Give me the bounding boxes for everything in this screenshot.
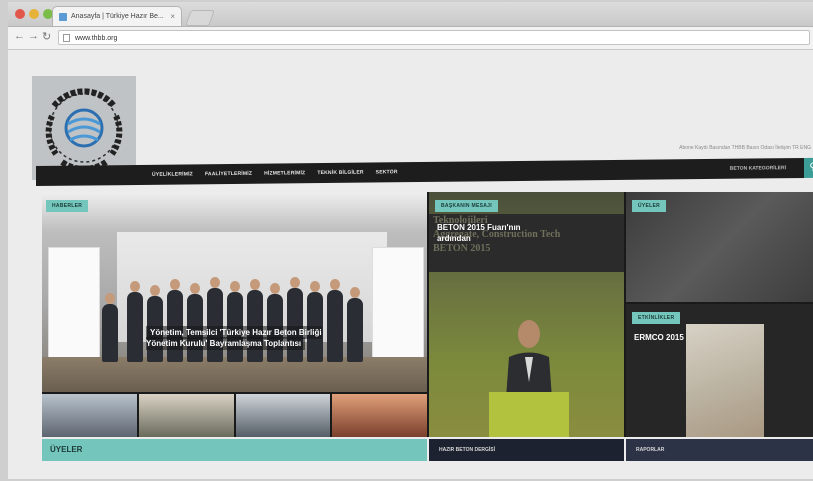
bottom-sections-bar: ÜYELER HAZIR BETON DERGİSİ RAPORLAR bbox=[42, 439, 813, 461]
events-card[interactable]: ETKİNLİKLER ERMCO 2015 bbox=[626, 304, 813, 437]
person-figure bbox=[207, 277, 223, 362]
person-figure bbox=[347, 287, 363, 362]
ceiling-decor bbox=[42, 192, 427, 232]
browser-tab[interactable]: Anasayfa | Türkiye Hazır Be... × bbox=[52, 6, 182, 26]
stage-floor bbox=[42, 357, 427, 392]
tab-close-icon[interactable]: × bbox=[170, 7, 175, 26]
person-figure bbox=[102, 293, 118, 362]
close-window-button[interactable] bbox=[15, 9, 25, 19]
menu-item-hizmetlerimiz[interactable]: HİZMETLERİMİZ bbox=[264, 170, 305, 176]
person-figure bbox=[127, 281, 143, 362]
person-figure bbox=[327, 279, 343, 362]
events-caption[interactable]: ERMCO 2015 bbox=[634, 332, 684, 343]
address-bar[interactable]: www.thbb.org bbox=[58, 30, 810, 45]
tab-strip: Anasayfa | Türkiye Hazır Be... × bbox=[8, 2, 813, 27]
event-image bbox=[686, 324, 764, 437]
news-tag[interactable]: HABERLER bbox=[46, 200, 89, 212]
thumbnail-image[interactable] bbox=[332, 394, 427, 437]
tab-title: Anasayfa | Türkiye Hazır Be... bbox=[71, 13, 164, 20]
thumbnail-image[interactable] bbox=[138, 394, 234, 437]
featured-main-photo[interactable]: HABERLER Yönetim, Temsilci 'Türkiye Hazı… bbox=[42, 192, 427, 392]
menu-item-sektor[interactable]: SEKTÖR bbox=[376, 169, 398, 175]
browser-toolbar: ← → ↻ www.thbb.org bbox=[8, 27, 813, 50]
url-text: www.thbb.org bbox=[75, 35, 118, 42]
members-card[interactable]: ÜYELER bbox=[626, 192, 813, 302]
podium bbox=[489, 392, 569, 437]
reports-section-tab[interactable]: RAPORLAR bbox=[626, 439, 813, 461]
magazine-section-tab[interactable]: HAZIR BETON DERGİSİ bbox=[429, 439, 624, 461]
main-menu-bar: ÜYELİKLERİMİZ FAALİYETLERİMİZ HİZMETLERİ… bbox=[36, 157, 813, 187]
members-section-tab[interactable]: ÜYELER bbox=[42, 439, 427, 461]
browser-window: Anasayfa | Türkiye Hazır Be... × ← → ↻ w… bbox=[8, 2, 813, 479]
person-figure bbox=[287, 277, 303, 362]
left-rollup-banner bbox=[48, 247, 100, 374]
president-message-caption[interactable]: BETON 2015 Fuarı'nın ardından bbox=[437, 222, 547, 244]
search-icon: ⚲ bbox=[809, 161, 813, 173]
page-icon bbox=[63, 34, 70, 42]
utility-links[interactable]: Abone Kaydı Basından THBB Basın Odası İl… bbox=[679, 145, 811, 151]
members-section-label: ÜYELER bbox=[50, 445, 83, 454]
right-rollup-banner bbox=[372, 247, 424, 374]
reports-section-label: RAPORLAR bbox=[636, 447, 665, 453]
search-button[interactable]: ⚲ bbox=[804, 157, 813, 178]
president-message-card[interactable]: Teknolojileri Aggregate, Construction Te… bbox=[429, 192, 624, 437]
new-tab-button[interactable] bbox=[185, 10, 215, 26]
featured-grid: HABERLER Yönetim, Temsilci 'Türkiye Hazı… bbox=[42, 192, 813, 437]
president-message-tag[interactable]: BAŞKANIN MESAJI bbox=[435, 200, 498, 212]
minimize-window-button[interactable] bbox=[29, 9, 39, 19]
categories-dropdown[interactable]: BETON KATEGORİLERİ bbox=[730, 165, 786, 172]
main-menu: ÜYELİKLERİMİZ FAALİYETLERİMİZ HİZMETLERİ… bbox=[152, 162, 398, 185]
menu-item-teknik-bilgiler[interactable]: TEKNİK BİLGİLER bbox=[317, 170, 363, 176]
web-page: Abone Kaydı Basından THBB Basın Odası İl… bbox=[8, 50, 813, 479]
menu-item-uyeliklerimiz[interactable]: ÜYELİKLERİMİZ bbox=[152, 171, 193, 177]
back-arrow-icon[interactable]: ← bbox=[14, 30, 25, 42]
events-tag[interactable]: ETKİNLİKLER bbox=[632, 312, 681, 324]
main-story-caption[interactable]: Yönetim, Temsilci 'Türkiye Hazır Beton B… bbox=[146, 326, 326, 350]
menu-item-faaliyetlerimiz[interactable]: FAALİYETLERİMİZ bbox=[205, 171, 252, 177]
thumbnail-strip bbox=[42, 394, 427, 437]
magazine-section-label: HAZIR BETON DERGİSİ bbox=[439, 447, 496, 453]
forward-arrow-icon[interactable]: → bbox=[28, 30, 39, 42]
reload-icon[interactable]: ↻ bbox=[42, 30, 51, 43]
thumbnail-image[interactable] bbox=[42, 394, 137, 437]
members-tag[interactable]: ÜYELER bbox=[632, 200, 667, 212]
thumbnail-image[interactable] bbox=[235, 394, 331, 437]
favicon-icon bbox=[59, 13, 67, 21]
